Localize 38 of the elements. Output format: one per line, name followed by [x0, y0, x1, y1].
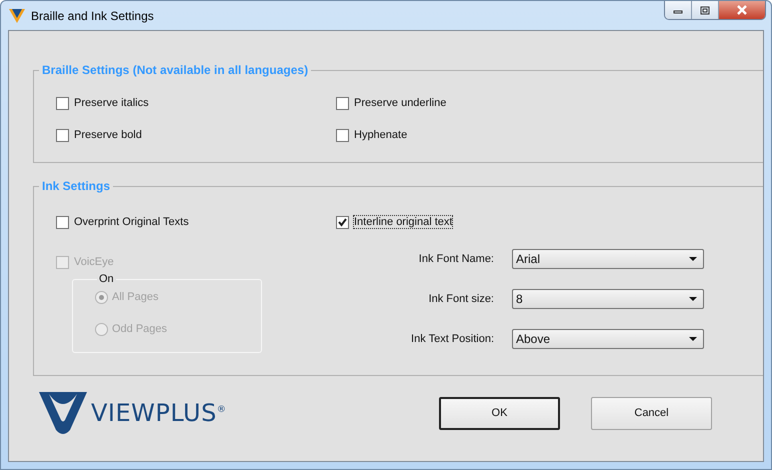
dialog-button[interactable]: Cancel: [591, 396, 712, 430]
caret-icon: [689, 257, 697, 261]
field-label: Ink Font Name:: [418, 253, 494, 265]
group-title: Ink Settings: [41, 179, 112, 193]
checkbox[interactable]: [56, 96, 69, 110]
checkbox[interactable]: [336, 128, 349, 142]
field-label: Ink Text Position:: [410, 333, 494, 345]
checkbox-label: VoicEye: [74, 256, 114, 268]
checkbox[interactable]: [336, 96, 349, 110]
checkbox-label: Preserve italics: [74, 97, 149, 109]
checkbox[interactable]: [56, 216, 69, 228]
radio-label: All Pages: [112, 291, 158, 303]
group-title: On: [98, 273, 115, 285]
checkbox-label: Interline original text: [354, 216, 452, 228]
checkbox-label: Preserve underline: [354, 97, 446, 109]
dropdown[interactable]: 8: [512, 289, 704, 309]
field-label: Ink Font size:: [428, 293, 494, 305]
checkbox-label: Overprint Original Texts: [74, 216, 189, 228]
radio-label: Odd Pages: [112, 323, 168, 335]
close-button[interactable]: [719, 1, 765, 19]
dropdown[interactable]: Above: [512, 329, 704, 349]
checkbox[interactable]: [56, 128, 69, 142]
dialog-button[interactable]: OK: [439, 396, 560, 430]
v-logo-icon: [39, 392, 87, 434]
dropdown[interactable]: Arial: [512, 249, 704, 269]
logo-text: VIEWPLUS$^{®}$: [91, 399, 226, 427]
minimize-button[interactable]: [665, 1, 692, 19]
group-title: Braille Settings (Not available in all languages): [41, 63, 310, 77]
checkbox[interactable]: [336, 216, 349, 228]
checkbox-label: Hyphenate: [354, 129, 408, 141]
window-title: Braille and Ink Settings: [31, 8, 154, 22]
maximize-button[interactable]: [692, 1, 719, 19]
v-logo-icon: [9, 8, 25, 22]
caret-icon: [689, 337, 697, 341]
close-icon: [736, 5, 748, 15]
maximize-icon: [700, 6, 710, 14]
caret-icon: [689, 297, 697, 301]
checkbox-label: Preserve bold: [74, 129, 142, 141]
